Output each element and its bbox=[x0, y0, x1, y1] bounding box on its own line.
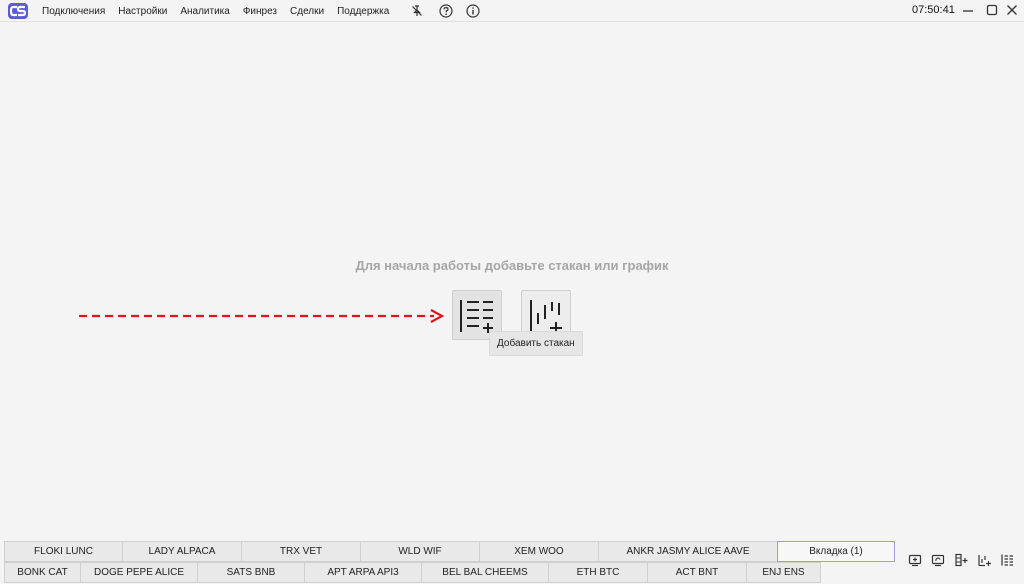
menu-connections[interactable]: Подключения bbox=[42, 6, 105, 17]
red-arrow-annotation bbox=[79, 309, 445, 323]
add-book-small-icon[interactable] bbox=[954, 553, 968, 567]
tab-tools bbox=[908, 553, 1023, 571]
tab-xem-woo[interactable]: XEM WOO bbox=[479, 541, 599, 562]
add-tab-icon[interactable] bbox=[908, 553, 922, 567]
menu-deals[interactable]: Сделки bbox=[290, 6, 324, 17]
tab-apt-arpa-api3[interactable]: APT ARPA API3 bbox=[304, 562, 422, 583]
info-icon[interactable] bbox=[466, 4, 480, 18]
tab-wld-wif[interactable]: WLD WIF bbox=[360, 541, 480, 562]
tab-enj-ens[interactable]: ENJ ENS bbox=[746, 562, 821, 583]
tab-act-bnt[interactable]: ACT BNT bbox=[647, 562, 747, 583]
menu-settings[interactable]: Настройки bbox=[118, 6, 167, 17]
menu-analytics[interactable]: Аналитика bbox=[180, 6, 230, 17]
add-order-book-tooltip: Добавить стакан bbox=[489, 331, 583, 356]
tab-eth-btc[interactable]: ETH BTC bbox=[548, 562, 648, 583]
tab-lady-alpaca[interactable]: LADY ALPACA bbox=[122, 541, 242, 562]
order-book-list-icon[interactable] bbox=[1000, 553, 1014, 567]
tab-trx-vet[interactable]: TRX VET bbox=[241, 541, 361, 562]
minimize-icon[interactable] bbox=[962, 4, 974, 16]
help-icon[interactable] bbox=[439, 4, 453, 18]
tab-ankr-jasmy-alice-aave[interactable]: ANKR JASMY ALICE AAVE bbox=[598, 541, 778, 562]
add-chart-small-icon[interactable] bbox=[977, 553, 991, 567]
tab-sats-bnb[interactable]: SATS BNB bbox=[197, 562, 305, 583]
tab-bel-bal-cheems[interactable]: BEL BAL CHEEMS bbox=[421, 562, 549, 583]
refresh-tab-icon[interactable] bbox=[931, 553, 945, 567]
main-menu: Подключения Настройки Аналитика Финрез С… bbox=[42, 0, 402, 22]
maximize-icon[interactable] bbox=[986, 4, 998, 16]
app-logo bbox=[8, 3, 28, 19]
clock: 07:50:41 bbox=[912, 4, 955, 16]
tab-vkladka-1[interactable]: Вкладка (1) bbox=[777, 541, 895, 562]
tab-floki-lunc[interactable]: FLOKI LUNC bbox=[4, 541, 123, 562]
tab-bonk-cat[interactable]: BONK CAT bbox=[4, 562, 81, 583]
empty-workspace-prompt: Для начала работы добавьте стакан или гр… bbox=[355, 258, 669, 273]
tab-doge-pepe-alice[interactable]: DOGE PEPE ALICE bbox=[80, 562, 198, 583]
menu-support[interactable]: Поддержка bbox=[337, 6, 389, 17]
menu-finrez[interactable]: Финрез bbox=[243, 6, 277, 17]
close-icon[interactable] bbox=[1006, 4, 1018, 16]
workspace-tabs: FLOKI LUNC LADY ALPACA TRX VET WLD WIF X… bbox=[4, 541, 900, 584]
title-bar: Подключения Настройки Аналитика Финрез С… bbox=[0, 0, 1024, 22]
pin-off-icon[interactable] bbox=[410, 4, 424, 18]
